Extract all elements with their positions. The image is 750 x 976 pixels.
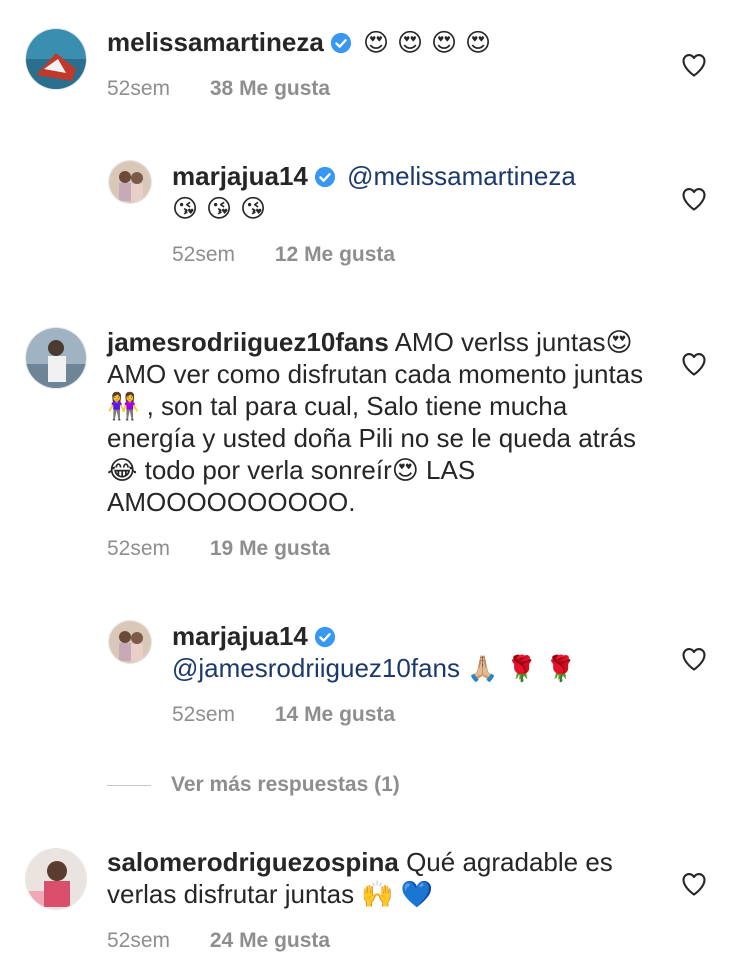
comment-text: 😘 😘 😘 — [172, 194, 267, 223]
verified-badge-icon — [314, 626, 335, 648]
mention-link[interactable]: @melissamartineza — [347, 161, 576, 191]
comment-username[interactable]: jamesrodriiguez10fans — [107, 327, 389, 357]
divider — [107, 784, 151, 786]
avatar[interactable] — [25, 327, 87, 389]
view-more-replies-label: Ver más respuestas (1) — [171, 773, 400, 796]
avatar[interactable] — [25, 848, 87, 910]
heart-outline-icon[interactable] — [680, 645, 708, 673]
avatar[interactable] — [25, 28, 87, 90]
comment-timestamp: 52sem — [172, 243, 236, 266]
like-count[interactable]: 19 Me gusta — [210, 537, 330, 560]
verified-badge-icon — [330, 32, 351, 54]
view-more-replies-button[interactable]: Ver más respuestas (1) — [107, 773, 400, 797]
like-count[interactable]: 38 Me gusta — [210, 77, 330, 100]
heart-outline-icon[interactable] — [680, 350, 708, 378]
comment-username[interactable]: marjajua14 — [172, 161, 308, 191]
heart-outline-icon[interactable] — [680, 185, 708, 213]
comment-timestamp: 52sem — [107, 537, 171, 560]
like-count[interactable]: 24 Me gusta — [210, 929, 330, 952]
like-count[interactable]: 14 Me gusta — [275, 703, 395, 726]
heart-outline-icon[interactable] — [680, 870, 708, 898]
like-count[interactable]: 12 Me gusta — [275, 243, 395, 266]
mention-link[interactable]: @jamesrodriiguez10fans — [172, 653, 460, 683]
avatar[interactable] — [108, 620, 152, 664]
comment-timestamp: 52sem — [172, 703, 236, 726]
comment-timestamp: 52sem — [107, 77, 171, 100]
verified-badge-icon — [314, 166, 335, 188]
heart-outline-icon[interactable] — [680, 51, 708, 79]
comment-username[interactable]: melissamartineza — [107, 27, 324, 57]
comment-username[interactable]: marjajua14 — [172, 621, 308, 651]
comment-text: 🙏🏼 🌹 🌹 — [467, 654, 577, 683]
avatar[interactable] — [108, 160, 152, 204]
comment-username[interactable]: salomerodriguezospina — [107, 847, 399, 877]
comment-timestamp: 52sem — [107, 929, 171, 952]
comment-text: 😍 😍 😍 😍 — [363, 28, 492, 57]
